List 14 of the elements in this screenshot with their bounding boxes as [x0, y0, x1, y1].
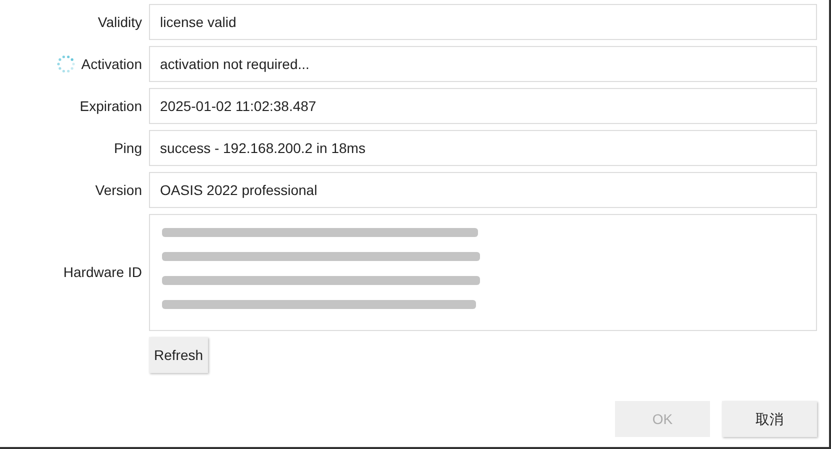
field-label: Activation — [81, 54, 142, 74]
value-field: 2025-01-02 11:02:38.487 — [149, 88, 817, 124]
loading-spinner-icon — [57, 55, 76, 73]
dialog-button[interactable]: 取消 — [722, 401, 817, 437]
value-field: success - 192.168.200.2 in 18ms — [149, 130, 817, 166]
field-label: Version — [95, 180, 142, 200]
refresh-button[interactable]: Refresh — [149, 337, 208, 373]
field-label: Ping — [114, 138, 142, 158]
field-label: Hardware ID — [63, 263, 142, 282]
value-field: OASIS 2022 professional — [149, 172, 817, 208]
value-field: license valid — [149, 4, 817, 40]
value-field: activation not required... — [149, 46, 817, 82]
field-label: Validity — [98, 12, 142, 32]
field-label: Expiration — [80, 96, 142, 116]
